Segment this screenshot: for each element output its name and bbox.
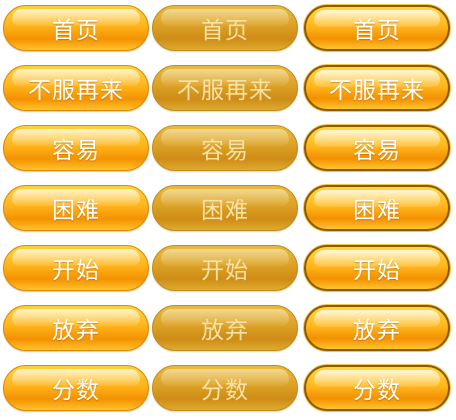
score-button-label: 分数 bbox=[201, 378, 249, 404]
home-button-label: 首页 bbox=[353, 18, 401, 44]
home-button-disabled: 首页 bbox=[152, 5, 298, 51]
easy-button-label: 容易 bbox=[52, 138, 100, 164]
hard-button-label: 困难 bbox=[52, 198, 100, 224]
score-button-disabled: 分数 bbox=[152, 365, 298, 411]
start-button-hover[interactable]: 开始 bbox=[304, 245, 450, 291]
start-button-normal[interactable]: 开始 bbox=[3, 245, 149, 291]
retry-button-label: 不服再来 bbox=[177, 78, 273, 104]
easy-button-normal[interactable]: 容易 bbox=[3, 125, 149, 171]
easy-button-label: 容易 bbox=[353, 138, 401, 164]
hard-button-hover[interactable]: 困难 bbox=[304, 185, 450, 231]
score-button-hover[interactable]: 分数 bbox=[304, 365, 450, 411]
retry-button-label: 不服再来 bbox=[28, 78, 124, 104]
hard-button-normal[interactable]: 困难 bbox=[3, 185, 149, 231]
retry-button-normal[interactable]: 不服再来 bbox=[3, 65, 149, 111]
start-button-disabled: 开始 bbox=[152, 245, 298, 291]
start-button-label: 开始 bbox=[52, 258, 100, 284]
button-sprite-sheet: 首页 首页 首页 不服再来 不服再来 不服再来 容易 容易 容易 困难 困难 困… bbox=[0, 0, 456, 420]
retry-button-hover[interactable]: 不服再来 bbox=[304, 65, 450, 111]
score-button-label: 分数 bbox=[52, 378, 100, 404]
hard-button-disabled: 困难 bbox=[152, 185, 298, 231]
easy-button-disabled: 容易 bbox=[152, 125, 298, 171]
start-button-label: 开始 bbox=[353, 258, 401, 284]
give-up-button-hover[interactable]: 放弃 bbox=[304, 305, 450, 351]
start-button-label: 开始 bbox=[201, 258, 249, 284]
home-button-label: 首页 bbox=[52, 18, 100, 44]
give-up-button-label: 放弃 bbox=[52, 318, 100, 344]
easy-button-hover[interactable]: 容易 bbox=[304, 125, 450, 171]
retry-button-label: 不服再来 bbox=[329, 78, 425, 104]
hard-button-label: 困难 bbox=[201, 198, 249, 224]
give-up-button-disabled: 放弃 bbox=[152, 305, 298, 351]
home-button-hover[interactable]: 首页 bbox=[304, 5, 450, 51]
score-button-label: 分数 bbox=[353, 378, 401, 404]
score-button-normal[interactable]: 分数 bbox=[3, 365, 149, 411]
home-button-label: 首页 bbox=[201, 18, 249, 44]
give-up-button-label: 放弃 bbox=[353, 318, 401, 344]
give-up-button-label: 放弃 bbox=[201, 318, 249, 344]
easy-button-label: 容易 bbox=[201, 138, 249, 164]
retry-button-disabled: 不服再来 bbox=[152, 65, 298, 111]
home-button-normal[interactable]: 首页 bbox=[3, 5, 149, 51]
give-up-button-normal[interactable]: 放弃 bbox=[3, 305, 149, 351]
hard-button-label: 困难 bbox=[353, 198, 401, 224]
